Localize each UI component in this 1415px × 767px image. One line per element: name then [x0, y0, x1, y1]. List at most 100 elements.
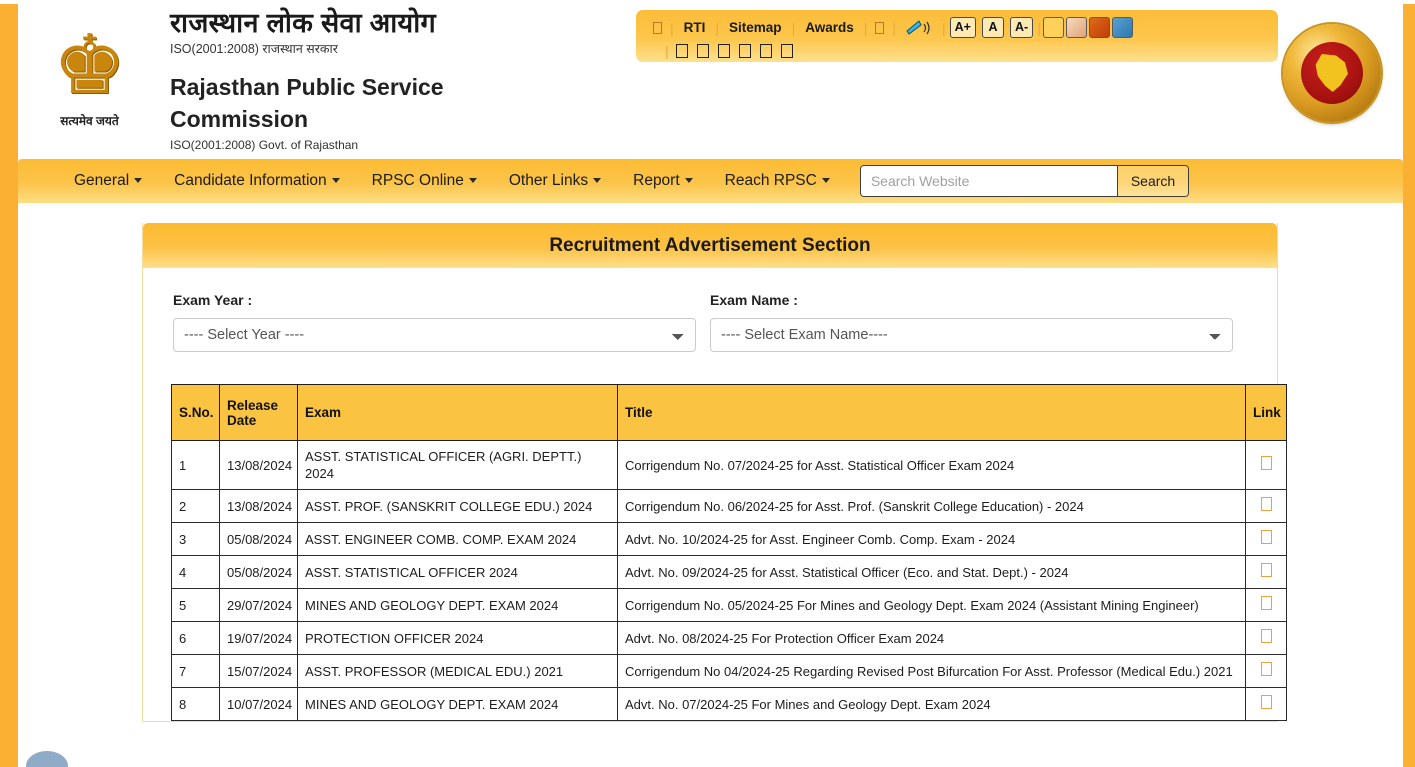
exam-year-select[interactable]: ---- Select Year ----	[173, 318, 696, 352]
youtube-icon[interactable]	[717, 44, 730, 58]
screen-reader-icon[interactable]	[905, 19, 933, 37]
table-row: 2 13/08/2024 ASST. PROF. (SANSKRIT COLLE…	[171, 489, 1287, 523]
cell-date: 15/07/2024	[219, 654, 298, 688]
emblem-caption: सत्यमेव जयते	[60, 114, 119, 128]
search-input[interactable]	[860, 166, 1117, 196]
table-row: 5 29/07/2024 MINES AND GEOLOGY DEPT. EXA…	[171, 588, 1287, 622]
nav-candidate-information[interactable]: Candidate Information	[158, 159, 356, 203]
site-title-hindi: राजस्थान लोक सेवा आयोग	[170, 8, 437, 38]
cell-title: Corrigendum No. 06/2024-25 for Asst. Pro…	[617, 489, 1246, 523]
theme-blue-swatch[interactable]	[1111, 17, 1133, 38]
twitter-icon[interactable]	[696, 44, 709, 58]
cell-sno: 2	[171, 489, 220, 523]
pdf-icon[interactable]	[1260, 497, 1272, 511]
column-header-release-date: Release Date	[219, 384, 298, 441]
cell-sno: 8	[171, 687, 220, 721]
cell-link[interactable]	[1245, 522, 1287, 556]
font-increase-button[interactable]: A+	[949, 17, 976, 38]
table-row: 4 05/08/2024 ASST. STATISTICAL OFFICER 2…	[171, 555, 1287, 589]
nav-rpsc-online-label: RPSC Online	[371, 172, 464, 189]
pdf-icon[interactable]	[1260, 596, 1272, 610]
cell-link[interactable]	[1245, 588, 1287, 622]
theme-orange-swatch[interactable]	[1088, 17, 1110, 38]
advertisement-table: S.No. Release Date Exam Title Link 1 13/…	[171, 384, 1287, 721]
table-row: 7 15/07/2024 ASST. PROFESSOR (MEDICAL ED…	[171, 654, 1287, 688]
pdf-icon[interactable]	[1260, 662, 1272, 676]
telegram-icon[interactable]	[759, 44, 772, 58]
accessibility-icon[interactable]	[875, 21, 885, 34]
table-row: 6 19/07/2024 PROTECTION OFFICER 2024 Adv…	[171, 621, 1287, 655]
rti-link[interactable]: RTI	[675, 20, 715, 35]
advertisement-table-container: S.No. Release Date Exam Title Link 1 13/…	[143, 384, 1287, 721]
search-button[interactable]: Search	[1116, 166, 1189, 196]
cell-link[interactable]	[1245, 687, 1287, 721]
pdf-icon[interactable]	[1260, 563, 1272, 577]
pdf-icon[interactable]	[1260, 629, 1272, 643]
instagram-icon[interactable]	[738, 44, 751, 58]
table-header-row: S.No. Release Date Exam Title Link	[171, 384, 1287, 441]
page-frame-left	[0, 0, 18, 767]
cell-title: Advt. No. 08/2024-25 For Protection Offi…	[617, 621, 1246, 655]
chevron-down-icon	[331, 178, 340, 184]
main-navigation: General Candidate Information RPSC Onlin…	[18, 159, 1403, 203]
chevron-down-icon	[468, 178, 477, 184]
exam-year-field-group: Exam Year : ---- Select Year ----	[173, 292, 710, 376]
page-title: Recruitment Advertisement Section	[549, 234, 871, 256]
home-icon[interactable]	[653, 21, 662, 34]
cell-date: 19/07/2024	[219, 621, 298, 655]
exam-name-select[interactable]: ---- Select Exam Name----	[710, 318, 1233, 352]
cell-date: 13/08/2024	[219, 440, 298, 490]
cell-title: Corrigendum No 04/2024-25 Regarding Revi…	[617, 654, 1246, 688]
font-normal-button[interactable]: A	[981, 17, 1004, 38]
nav-report[interactable]: Report	[617, 159, 709, 203]
site-title-english: Rajasthan Public Service Commission	[170, 74, 444, 132]
recruitment-advertisement-panel: Recruitment Advertisement Section Exam Y…	[142, 223, 1287, 722]
font-decrease-button[interactable]: A-	[1009, 17, 1034, 38]
awards-link[interactable]: Awards	[796, 20, 863, 35]
main-content: Recruitment Advertisement Section Exam Y…	[18, 203, 1403, 767]
pdf-icon[interactable]	[1260, 456, 1272, 470]
column-header-title: Title	[617, 384, 1246, 441]
cell-exam: MINES AND GEOLOGY DEPT. EXAM 2024	[297, 687, 618, 721]
national-emblem: ♚ सत्यमेव जयते	[32, 16, 147, 151]
table-row: 8 10/07/2024 MINES AND GEOLOGY DEPT. EXA…	[171, 687, 1287, 721]
rpsc-logo	[1283, 24, 1381, 122]
column-header-sno: S.No.	[171, 384, 220, 441]
page-frame-top	[0, 0, 1415, 4]
nav-other-links[interactable]: Other Links	[493, 159, 617, 203]
cell-link[interactable]	[1245, 489, 1287, 523]
cell-date: 29/07/2024	[219, 588, 298, 622]
cell-exam: ASST. STATISTICAL OFFICER 2024	[297, 555, 618, 589]
theme-default-swatch[interactable]	[1042, 17, 1064, 38]
cell-exam: MINES AND GEOLOGY DEPT. EXAM 2024	[297, 588, 618, 622]
cell-link[interactable]	[1245, 621, 1287, 655]
page-frame-right	[1403, 0, 1415, 767]
cell-link[interactable]	[1245, 440, 1287, 490]
nav-report-label: Report	[633, 172, 680, 189]
cell-link[interactable]	[1245, 555, 1287, 589]
pdf-icon[interactable]	[1260, 695, 1272, 709]
facebook-icon[interactable]	[675, 44, 688, 58]
sitemap-link[interactable]: Sitemap	[720, 20, 791, 35]
theme-peach-swatch[interactable]	[1065, 17, 1087, 38]
site-subtitle-hindi: ISO(2001:2008) राजस्थान सरकार	[170, 42, 338, 56]
exam-year-label: Exam Year :	[173, 292, 253, 308]
nav-reach-rpsc[interactable]: Reach RPSC	[709, 159, 846, 203]
cell-link[interactable]	[1245, 654, 1287, 688]
cell-exam: ASST. PROFESSOR (MEDICAL EDU.) 2021	[297, 654, 618, 688]
utility-bar: | RTI | Sitemap | Awards | | | A+ A A- |…	[636, 10, 1278, 62]
pdf-icon[interactable]	[1260, 530, 1272, 544]
rajasthan-map-icon	[1315, 54, 1348, 92]
exam-name-label: Exam Name :	[710, 292, 798, 308]
cell-exam: ASST. ENGINEER COMB. COMP. EXAM 2024	[297, 522, 618, 556]
utility-bar-row-primary: | RTI | Sitemap | Awards | | | A+ A A- |	[646, 15, 1268, 40]
whatsapp-icon[interactable]	[780, 44, 793, 58]
chevron-down-icon	[134, 178, 143, 184]
page-root: ♚ सत्यमेव जयते राजस्थान लोक सेवा आयोग IS…	[0, 0, 1415, 767]
nav-reach-rpsc-label: Reach RPSC	[724, 172, 817, 189]
filter-form: Exam Year : ---- Select Year ---- Exam N…	[143, 268, 1277, 376]
nav-rpsc-online[interactable]: RPSC Online	[356, 159, 493, 203]
ashoka-pillar-icon: ♚	[52, 20, 127, 111]
divider: |	[863, 19, 868, 36]
nav-general[interactable]: General	[58, 159, 158, 203]
